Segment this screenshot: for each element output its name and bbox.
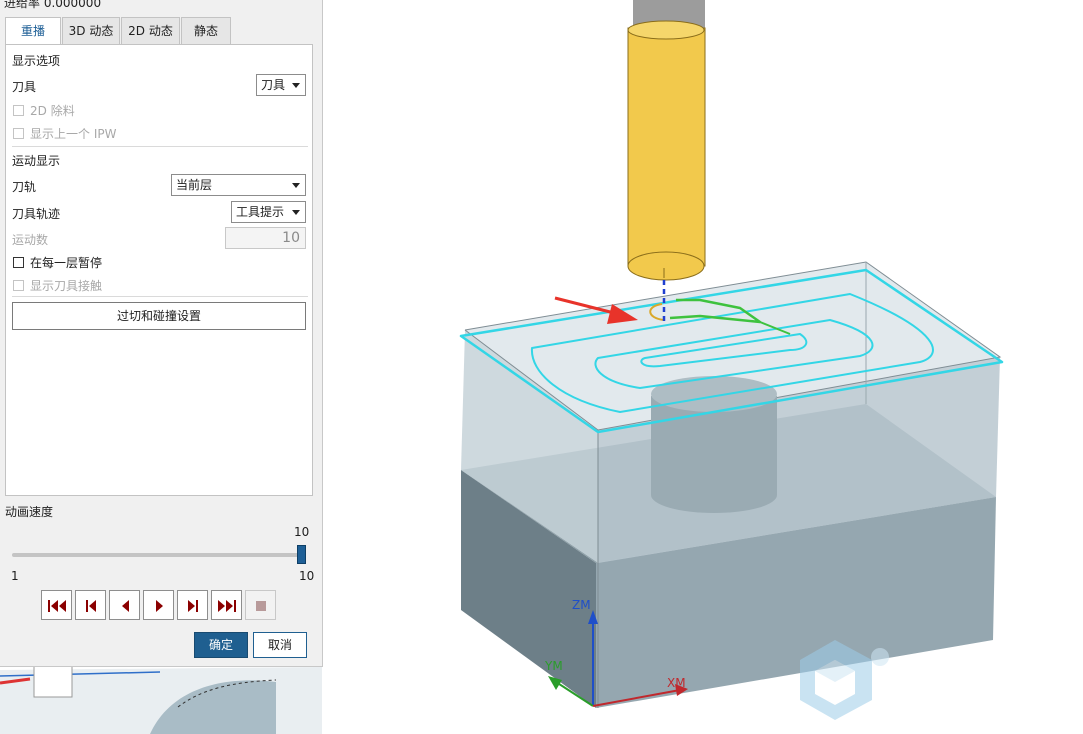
tool-trace-select-value: 工具提示 (236, 205, 285, 219)
chevron-down-icon (292, 83, 300, 88)
tool-select[interactable]: 刀具 (256, 74, 306, 96)
toolpath-select[interactable]: 当前层 (171, 174, 306, 196)
ok-button[interactable]: 确定 (194, 632, 248, 658)
step-forward-button[interactable] (177, 590, 208, 620)
step-back-icon (86, 600, 96, 612)
rewind-to-start-button[interactable] (41, 590, 72, 620)
animation-speed-value: 10 (294, 525, 310, 539)
feed-rate-readout: 进给率 0.000000 (4, 0, 102, 10)
pause-each-layer-label: 在每一层暂停 (30, 256, 103, 270)
section-divider (12, 146, 308, 147)
motion-count-label: 运动数 (12, 233, 49, 247)
tab-3d-dynamic[interactable]: 3D 动态 (62, 17, 120, 44)
motion-display-title: 运动显示 (12, 154, 61, 168)
tab-static[interactable]: 静态 (181, 17, 231, 44)
axis-label-x: XM (667, 676, 686, 690)
overcut-collision-settings-button[interactable]: 过切和碰撞设置 (12, 302, 306, 330)
play-forward-button[interactable] (143, 590, 174, 620)
tool-select-value: 刀具 (261, 78, 286, 92)
section-divider (12, 296, 308, 297)
toolpath-select-value: 当前层 (176, 178, 213, 192)
cutting-tool (627, 0, 706, 322)
fast-forward-to-end-button[interactable] (211, 590, 242, 620)
show-prev-ipw-checkbox[interactable] (13, 128, 24, 139)
pause-each-layer-checkbox[interactable] (13, 257, 24, 268)
tool-trace-label: 刀具轨迹 (12, 207, 61, 221)
play-forward-icon (156, 600, 163, 612)
tool-label: 刀具 (12, 80, 37, 94)
stop-icon (256, 601, 266, 611)
display-options-title: 显示选项 (12, 54, 61, 68)
play-reverse-icon (122, 600, 129, 612)
toolpath-label: 刀轨 (12, 180, 37, 194)
animation-speed-slider-thumb[interactable] (297, 545, 306, 564)
axis-label-y: YM (544, 659, 563, 673)
chevron-down-icon (292, 210, 300, 215)
stop-button[interactable] (245, 590, 276, 620)
remove-2d-label: 2D 除料 (30, 104, 75, 118)
rewind-to-start-icon (48, 600, 66, 612)
show-prev-ipw-label: 显示上一个 IPW (30, 127, 117, 141)
background-part (0, 664, 322, 734)
tool-trace-select[interactable]: 工具提示 (231, 201, 306, 223)
animation-speed-slider[interactable] (12, 553, 306, 557)
play-reverse-button[interactable] (109, 590, 140, 620)
step-forward-icon (188, 600, 198, 612)
fast-forward-to-end-icon (218, 600, 236, 612)
axis-label-z: ZM (572, 598, 591, 612)
cancel-button[interactable]: 取消 (253, 632, 307, 658)
tab-2d-dynamic[interactable]: 2D 动态 (121, 17, 180, 44)
show-tool-contact-label: 显示刀具接触 (30, 279, 103, 293)
slider-min-label: 1 (11, 569, 19, 583)
slider-max-label: 10 (299, 569, 315, 583)
remove-2d-checkbox[interactable] (13, 105, 24, 116)
step-back-button[interactable] (75, 590, 106, 620)
tab-replay[interactable]: 重播 (5, 17, 61, 45)
simulation-dialog: 进给率 0.000000 重播 3D 动态 2D 动态 静态 显示选项 刀具 刀… (0, 0, 323, 667)
replay-panel: 显示选项 刀具 刀具 2D 除料 显示上一个 IPW 运动显示 刀轨 当前层 刀… (5, 44, 313, 496)
animation-speed-title: 动画速度 (5, 505, 54, 519)
chevron-down-icon (292, 183, 300, 188)
show-tool-contact-checkbox[interactable] (13, 280, 24, 291)
motion-count-field[interactable]: 10 (225, 227, 306, 249)
